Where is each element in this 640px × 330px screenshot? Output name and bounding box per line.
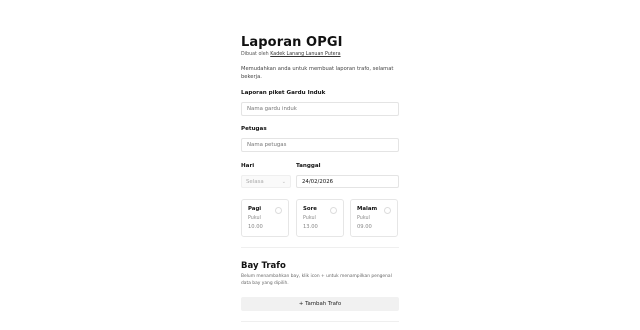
hari-label: Hari [241,163,255,169]
chevron-down-icon: ⌄ [281,179,286,185]
shift-radio[interactable] [384,207,391,214]
shift-time: 09.00 [357,224,372,230]
shift-card-malam[interactable]: Malam Pukul 09.00 [350,199,398,237]
shift-name: Sore [303,206,317,212]
bay-trafo-title: Bay Trafo [241,261,286,271]
byline-prefix: Dibuat oleh [241,52,269,57]
intro-text: Memudahkan anda untuk membuat laporan tr… [241,66,394,80]
shift-radio[interactable] [330,207,337,214]
shift-time-label: Pukul [303,216,316,221]
add-trafo-button[interactable]: + Tambah Trafo [241,297,399,311]
shift-radio[interactable] [275,207,282,214]
petugas-label: Petugas [241,126,267,132]
shift-name: Malam [357,206,378,212]
shift-time-label: Pukul [357,216,370,221]
byline: Dibuat oleh Kadek Lanang Lanuan Putera [241,52,341,57]
byline-author-link[interactable]: Kadek Lanang Lanuan Putera [270,52,340,57]
petugas-input[interactable] [241,138,399,152]
shift-time: 10.00 [248,224,263,230]
gardu-label: Laporan piket Gardu Induk [241,90,326,96]
gardu-input[interactable] [241,102,399,116]
hari-select[interactable]: Selasa ⌄ [241,175,291,188]
shift-time-label: Pukul [248,216,261,221]
section-divider [241,247,399,248]
shift-time: 13.00 [303,224,318,230]
shift-name: Pagi [248,206,262,212]
tanggal-input[interactable]: 24/02/2026 [296,175,399,188]
bay-trafo-description: Belum menambahkan bay, klik icon + untuk… [241,274,392,286]
hari-selected-value: Selasa [246,178,264,185]
shift-card-pagi[interactable]: Pagi Pukul 10.00 [241,199,289,237]
tanggal-label: Tanggal [296,163,321,169]
shift-card-sore[interactable]: Sore Pukul 13.00 [296,199,344,237]
page-title: Laporan OPGI [241,35,343,50]
section-divider [241,321,399,322]
